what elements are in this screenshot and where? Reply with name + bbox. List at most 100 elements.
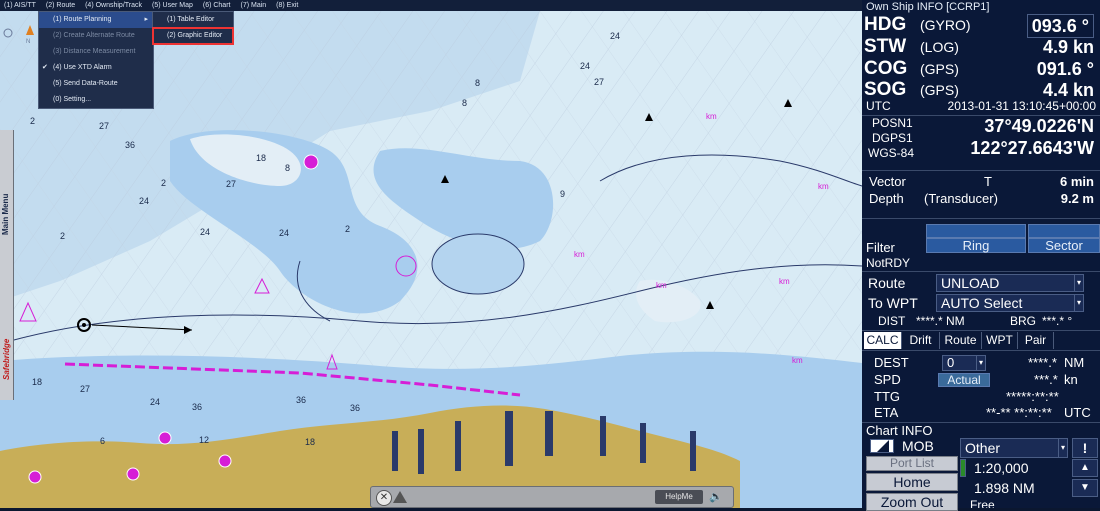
svg-text:24: 24 (610, 31, 620, 41)
help-me-button[interactable]: HelpMe (655, 490, 703, 504)
scale-up-icon[interactable]: ▲ (1072, 459, 1098, 477)
mob-button[interactable]: MOB (902, 438, 934, 454)
menu-user-map[interactable]: (5) User Map (152, 0, 193, 11)
svg-text:24: 24 (139, 196, 149, 206)
svg-text:km: km (706, 112, 717, 121)
chart-info-row: Chart INFO (866, 423, 933, 438)
chart-layer-dropdown-icon[interactable]: ▾ (1058, 438, 1068, 458)
tab-calc[interactable]: CALC (864, 332, 902, 349)
svg-text:km: km (792, 356, 803, 365)
shoal-contour (431, 233, 525, 295)
svg-text:36: 36 (192, 402, 202, 412)
menu-item-setting[interactable]: (0) Setting... (39, 92, 153, 108)
svg-text:8: 8 (285, 163, 290, 173)
ring-filter-button[interactable]: Ring (926, 238, 1026, 253)
filter-status: NotRDY (866, 256, 911, 270)
svg-text:18: 18 (32, 377, 42, 387)
own-ship-info-panel: Own Ship INFO [CCRP1] HDG (GYRO) 093.6 °… (862, 0, 1100, 511)
position-block: POSN1 DGPS1 WGS-84 37°49.0226'N 122°27.6… (868, 116, 1094, 160)
svg-text:24: 24 (580, 61, 590, 71)
ttg-row: TTG *****:**:** (874, 389, 1059, 404)
svg-text:27: 27 (99, 121, 109, 131)
menu-ais-tt[interactable]: (1) AIS/TT (4, 0, 36, 11)
menu-item-graphic-editor[interactable]: (2) Graphic Editor (152, 27, 234, 45)
tab-drift[interactable]: Drift (902, 332, 940, 349)
dist-brg-row: DIST ****.* NM BRG ***.* ° (878, 314, 1073, 328)
sector-filter-button[interactable]: Sector (1028, 238, 1100, 253)
chart-layer-select[interactable]: Other (960, 438, 1066, 458)
menu-main[interactable]: (7) Main (240, 0, 266, 11)
dest-dropdown-icon[interactable]: ▾ (976, 355, 986, 371)
tab-wpt[interactable]: WPT (982, 332, 1018, 349)
speaker-icon[interactable]: 🔈 (709, 491, 723, 503)
help-toolbar: ✕ HelpMe 🔈 (370, 486, 734, 508)
cog-row: COG (GPS) 091.6 ° (864, 58, 1094, 79)
menu-item-use-xtd-alarm[interactable]: (4) Use XTD Alarm (39, 60, 153, 76)
depth-row: Depth (Transducer) 9.2 m (869, 191, 1094, 206)
route-select[interactable]: UNLOAD (936, 274, 1082, 292)
panel-title: Own Ship INFO [CCRP1] (866, 1, 990, 13)
main-menu-label: Main Menu (1, 193, 10, 235)
svg-text:km: km (818, 182, 829, 191)
svg-text:36: 36 (125, 140, 135, 150)
svg-text:2: 2 (161, 178, 166, 188)
svg-text:18: 18 (256, 153, 266, 163)
menu-item-distance-measurement: (3) Distance Measurement (53, 48, 136, 55)
menu-bar: (1) AIS/TT (2) Route (4) Ownship/Track (… (0, 0, 862, 11)
route-planning-submenu: (1) Table Editor (2) Graphic Editor (152, 11, 234, 45)
svg-text:36: 36 (350, 403, 360, 413)
svg-text:2: 2 (60, 231, 65, 241)
range-row: 1.898 NM (974, 480, 1035, 496)
svg-text:km: km (656, 281, 667, 290)
route-dropdown-icon[interactable]: ▾ (1074, 274, 1084, 292)
svg-text:12: 12 (199, 435, 209, 445)
to-wpt-dropdown-icon[interactable]: ▾ (1074, 294, 1084, 312)
stw-row: STW (LOG) 4.9 kn (864, 36, 1094, 57)
svg-text:N: N (26, 39, 30, 45)
utc-row: UTC 2013-01-31 13:10:45+00:00 (866, 99, 1096, 113)
brand-logo: Safebridge (2, 338, 11, 380)
svg-text:8: 8 (475, 78, 480, 88)
eta-row: ETA **-** **:**:** UTC (874, 405, 1091, 420)
filter-top-right-bar (1028, 224, 1100, 238)
menu-item-table-editor[interactable]: (1) Table Editor (153, 12, 233, 28)
menu-item-create-alternate-route: (2) Create Alternate Route (53, 32, 135, 39)
sog-row: SOG (GPS) 4.4 kn (864, 79, 1094, 101)
svg-text:24: 24 (150, 397, 160, 407)
scale-down-icon[interactable]: ▼ (1072, 479, 1098, 497)
alert-button[interactable]: ! (1072, 438, 1098, 458)
free-row: Free (970, 498, 995, 508)
svg-text:2: 2 (345, 224, 350, 234)
svg-text:6: 6 (100, 436, 105, 446)
filter-top-left-bar (926, 224, 1026, 238)
menu-chart[interactable]: (6) Chart (203, 0, 231, 11)
menu-item-route-planning[interactable]: (1) Route Planning ▸ (39, 12, 153, 28)
svg-text:36: 36 (296, 395, 306, 405)
svg-text:27: 27 (80, 384, 90, 394)
svg-text:2: 2 (30, 116, 35, 126)
submenu-arrow-icon: ▸ (144, 16, 148, 23)
hdg-row: HDG (GYRO) 093.6 ° (862, 14, 1100, 38)
spd-mode-actual[interactable]: Actual (938, 373, 990, 387)
menu-item-send-data-route[interactable]: (5) Send Data-Route (39, 76, 153, 92)
close-icon[interactable]: ✕ (376, 490, 392, 506)
tab-pair[interactable]: Pair (1018, 332, 1054, 349)
svg-text:km: km (574, 250, 585, 259)
menu-route[interactable]: (2) Route (46, 0, 75, 11)
menu-ownship-track[interactable]: (4) Ownship/Track (85, 0, 142, 11)
svg-text:9: 9 (560, 189, 565, 199)
svg-text:km: km (779, 277, 790, 286)
warning-icon[interactable] (393, 491, 407, 503)
svg-text:27: 27 (594, 77, 604, 87)
to-wpt-select[interactable]: AUTO Select (936, 294, 1082, 312)
route-dropdown-menu: (1) Route Planning ▸ (2) Create Alternate… (38, 11, 154, 109)
svg-text:24: 24 (200, 227, 210, 237)
svg-text:18: 18 (305, 437, 315, 447)
svg-text:24: 24 (279, 228, 289, 238)
main-menu-tab[interactable]: Main Menu Safebridge (0, 130, 14, 400)
scale-row: 1:20,000 (974, 460, 1029, 476)
tab-route[interactable]: Route (940, 332, 982, 349)
svg-text:8: 8 (462, 98, 467, 108)
svg-text:27: 27 (226, 179, 236, 189)
menu-exit[interactable]: (8) Exit (276, 0, 298, 11)
